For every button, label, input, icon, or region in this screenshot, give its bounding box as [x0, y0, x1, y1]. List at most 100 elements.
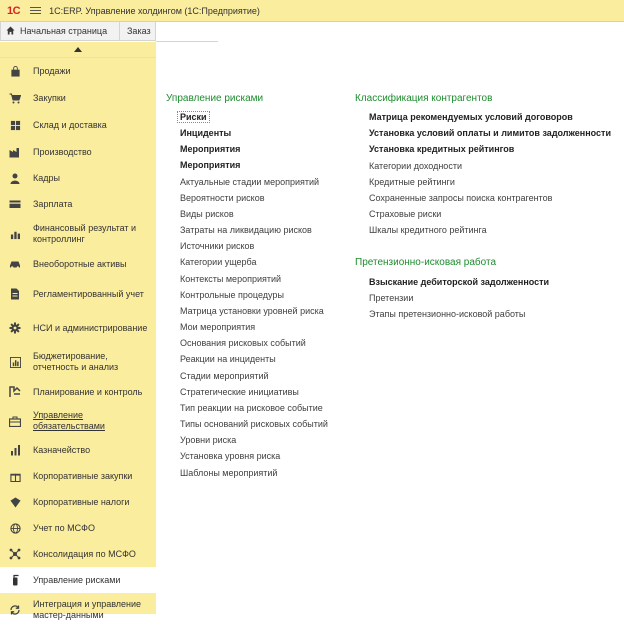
nav-label: Склад и доставка — [33, 120, 107, 130]
nav-warehouse[interactable]: Склад и доставка — [0, 112, 156, 139]
factory-icon — [8, 145, 22, 159]
title-bar: 1С 1С:ERP. Управление холдингом (1С:Пред… — [0, 0, 624, 22]
tax-icon — [8, 495, 22, 509]
nav-label: Корпоративные налоги — [33, 496, 130, 507]
menu-icon[interactable] — [30, 6, 42, 15]
nav-nsi-admin[interactable]: НСИ и администрирование — [0, 311, 156, 345]
nav-label: Учет по МСФО — [33, 522, 95, 533]
gift-icon — [8, 469, 22, 483]
link-profitability-categories[interactable]: Категории доходности — [369, 161, 462, 171]
arrow-up-icon — [74, 47, 82, 52]
link-saved-queries[interactable]: Сохраненные запросы поиска контрагентов — [369, 193, 552, 203]
nav-hr[interactable]: Кадры — [0, 165, 156, 191]
app-title: 1С:ERP. Управление холдингом (1С:Предпри… — [49, 5, 260, 16]
link-set-risk-level[interactable]: Установка уровня риска — [180, 451, 280, 461]
cart-icon — [8, 92, 22, 106]
link-credit-ratings-setup[interactable]: Установка кредитных рейтингов — [369, 144, 514, 154]
nav-ifrs-consolidation[interactable]: Консолидация по МСФО — [0, 541, 156, 567]
warehouse-icon — [8, 119, 22, 133]
link-payment-limits[interactable]: Установка условий оплаты и лимитов задол… — [369, 128, 611, 138]
link-activity-stages[interactable]: Стадии мероприятий — [180, 371, 269, 381]
link-actual-stages[interactable]: Актуальные стадии мероприятий — [180, 177, 319, 187]
person-icon — [8, 171, 22, 185]
nav-obligations[interactable]: Управление обязательствами — [0, 405, 156, 437]
link-event-basis-types[interactable]: Типы оснований рисковых событий — [180, 419, 328, 429]
nav-corporate-purchases[interactable]: Корпоративные закупки — [0, 463, 156, 489]
nav-label: Консолидация по МСФО — [33, 548, 136, 559]
nav-ifrs-accounting[interactable]: Учет по МСФО — [0, 515, 156, 541]
link-contract-terms-matrix[interactable]: Матрица рекомендуемых условий договоров — [369, 112, 573, 122]
planning-icon — [8, 385, 22, 399]
link-credit-ratings[interactable]: Кредитные рейтинги — [369, 177, 455, 187]
nav-label: Продажи — [33, 66, 71, 76]
link-insurance-risks[interactable]: Страховые риски — [369, 209, 441, 219]
network-icon — [8, 547, 22, 561]
link-activities-2[interactable]: Мероприятия — [180, 160, 240, 170]
link-liquidation-costs[interactable]: Затраты на ликвидацию рисков — [180, 225, 312, 235]
nav-fixed-assets[interactable]: Внеоборотные активы — [0, 251, 156, 277]
link-credit-rating-scales[interactable]: Шкалы кредитного рейтинга — [369, 225, 487, 235]
nav-production[interactable]: Производство — [0, 139, 156, 165]
risk-section-title: Управление рисками — [166, 93, 264, 104]
nav-budgeting[interactable]: Бюджетирование, отчетность и анализ — [0, 345, 156, 379]
link-incident-reactions[interactable]: Реакции на инциденты — [180, 354, 276, 364]
document-icon — [8, 287, 22, 301]
home-icon — [6, 25, 15, 37]
nav-integration-mdm[interactable]: Интеграция и управление мастер-данными — [0, 593, 156, 627]
nav-treasury[interactable]: Казначейство — [0, 437, 156, 463]
link-risk-types[interactable]: Виды рисков — [180, 209, 234, 219]
tab-empty — [156, 22, 218, 42]
tab-orders[interactable]: Заказ — [120, 22, 156, 41]
link-activity-templates[interactable]: Шаблоны мероприятий — [180, 468, 277, 478]
link-risk-sources[interactable]: Источники рисков — [180, 241, 254, 251]
nav-label: Бюджетирование, отчетность и анализ — [33, 351, 119, 372]
nav-label: Внеоборотные активы — [33, 258, 127, 269]
nav-label: Производство — [33, 146, 92, 157]
link-incidents[interactable]: Инциденты — [180, 128, 231, 138]
nav-sales[interactable]: Продажи — [0, 58, 156, 85]
link-risk-probabilities[interactable]: Вероятности рисков — [180, 193, 265, 203]
nav-label: Корпоративные закупки — [33, 470, 133, 481]
link-control-procedures[interactable]: Контрольные процедуры — [180, 290, 284, 300]
nav-planning[interactable]: Планирование и контроль — [0, 379, 156, 405]
shopping-bag-icon — [8, 65, 22, 79]
nav-label: Регламентированный учет — [33, 288, 144, 299]
nav-label: Финансовый результат и контроллинг — [33, 223, 137, 244]
scroll-up-button[interactable] — [0, 42, 156, 58]
link-my-activities[interactable]: Мои мероприятия — [180, 322, 255, 332]
nav-corporate-taxes[interactable]: Корпоративные налоги — [0, 489, 156, 515]
nav-salary[interactable]: Зарплата — [0, 191, 156, 217]
link-activities[interactable]: Мероприятия — [180, 144, 240, 154]
link-debt-collection[interactable]: Взыскание дебиторской задолженности — [369, 277, 549, 287]
gear-icon — [8, 321, 22, 335]
tab-home[interactable]: Начальная страница — [0, 22, 120, 41]
globe-icon — [8, 521, 22, 535]
nav-label: Интеграция и управление мастер-данными — [33, 599, 142, 620]
nav-label: Кадры — [33, 172, 60, 183]
link-claim-stages[interactable]: Этапы претензионно-исковой работы — [369, 309, 525, 319]
link-claims[interactable]: Претензии — [369, 293, 413, 303]
briefcase-icon — [8, 414, 22, 428]
1c-logo: 1С — [7, 4, 21, 17]
counterparty-section-title: Классификация контрагентов — [355, 93, 493, 104]
link-damage-categories[interactable]: Категории ущерба — [180, 257, 257, 267]
treasury-icon — [8, 443, 22, 457]
link-reaction-type[interactable]: Тип реакции на рисковое событие — [180, 403, 323, 413]
tab-bar: Начальная страница Заказ — [0, 22, 624, 42]
nav-regulated-accounting[interactable]: Регламентированный учет — [0, 277, 156, 311]
link-risk-level-matrix[interactable]: Матрица установки уровней риска — [180, 306, 324, 316]
link-event-bases[interactable]: Основания рисковых событий — [180, 338, 306, 348]
nav-label: Управление рисками — [33, 574, 121, 585]
report-chart-icon — [8, 355, 22, 369]
nav-label: НСИ и администрирование — [33, 322, 148, 333]
nav-risk-management[interactable]: Управление рисками — [0, 567, 156, 593]
link-activity-contexts[interactable]: Контексты мероприятий — [180, 274, 281, 284]
claims-section-title: Претензионно-исковая работа — [355, 257, 497, 268]
nav-purchases[interactable]: Закупки — [0, 85, 156, 112]
sections-panel: Продажи Закупки Склад и доставка Произво… — [0, 42, 156, 620]
nav-label: Планирование и контроль — [33, 386, 143, 397]
link-strategic-initiatives[interactable]: Стратегические инициативы — [180, 387, 299, 397]
nav-financial-result[interactable]: Финансовый результат и контроллинг — [0, 217, 156, 251]
link-risks[interactable]: Риски — [177, 111, 210, 123]
link-risk-levels[interactable]: Уровни риска — [180, 435, 236, 445]
